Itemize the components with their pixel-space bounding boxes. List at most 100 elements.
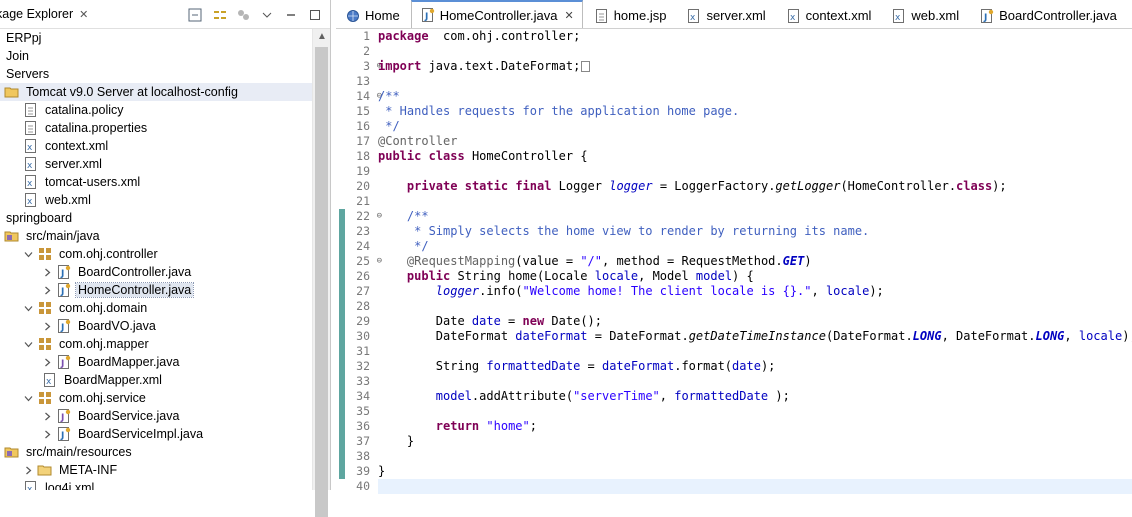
code-line[interactable]: /** [378,89,1132,104]
tree-item[interactable]: src/main/java [0,227,312,245]
code-line[interactable]: */ [378,239,1132,254]
code-line[interactable]: package com.ohj.controller; [378,29,1132,44]
tree-item[interactable]: J BoardService.java [0,407,312,425]
chevron-right-icon[interactable] [42,286,52,295]
code-line[interactable]: */ [378,119,1132,134]
code-line[interactable] [378,479,1132,494]
editor-tab[interactable]: x web.xml [882,2,968,28]
chevron-down-icon[interactable] [23,304,33,313]
focus-icon[interactable] [236,8,250,22]
chevron-down-icon[interactable] [23,250,33,259]
code-line[interactable]: import java.text.DateFormat; [378,59,1132,74]
code-line[interactable]: DateFormat dateFormat = DateFormat.getDa… [378,329,1132,344]
tree-item[interactable]: com.ohj.domain [0,299,312,317]
code-lines[interactable]: package com.ohj.controller; import java.t… [378,29,1132,494]
code-line[interactable]: return "home"; [378,419,1132,434]
tree-item[interactable]: Servers [0,65,312,83]
editor-tab[interactable]: Home [336,2,409,28]
code-line[interactable]: String formattedDate = dateFormat.format… [378,359,1132,374]
code-line[interactable]: private static final Logger logger = Log… [378,179,1132,194]
code-line[interactable] [378,299,1132,314]
code-line[interactable] [378,74,1132,89]
tree-item[interactable]: src/main/resources [0,443,312,461]
code-editor[interactable]: 1 2 3 ⊕ 13 14 ⊖ 15 16 17 18 19 20 21 22 ⊖ 23 24 25 ⊖ 26 27 28 2… [336,29,1132,494]
tree-item[interactable]: catalina.properties [0,119,312,137]
chevron-right-icon[interactable] [42,358,52,367]
package-explorer-tab[interactable]: kage Explorer ✕ [0,0,92,29]
tree-item[interactable]: x context.xml [0,137,312,155]
tree-item[interactable]: com.ohj.controller [0,245,312,263]
code-line[interactable] [378,449,1132,464]
code-line[interactable]: } [378,464,1132,479]
link-with-editor-icon[interactable] [212,8,226,22]
line-number: 32 [356,359,370,373]
chevron-right-icon[interactable] [42,322,52,331]
code-line[interactable] [378,44,1132,59]
minimize-icon[interactable] [284,8,298,22]
chevron-down-icon[interactable] [23,394,33,403]
code-line[interactable] [378,194,1132,209]
code-line[interactable]: @RequestMapping(value = "/", method = Re… [378,254,1132,269]
svg-text:J: J [60,359,64,369]
svg-text:x: x [46,377,52,387]
file-icon [594,8,610,24]
code-line[interactable]: model.addAttribute("serverTime", formatt… [378,389,1132,404]
line-number: 17 [356,134,370,148]
code-line[interactable]: public class HomeController { [378,149,1132,164]
tree-item[interactable]: springboard [0,209,312,227]
code-line[interactable]: Date date = new Date(); [378,314,1132,329]
close-icon[interactable]: ✕ [564,9,573,22]
code-line[interactable]: * Simply selects the home view to render… [378,224,1132,239]
chevron-right-icon[interactable] [42,430,52,439]
tree-item[interactable]: J HomeController.java [0,281,312,299]
tree-item[interactable]: x tomcat-users.xml [0,173,312,191]
editor-tab[interactable]: x context.xml [777,2,881,28]
code-line[interactable] [378,164,1132,179]
tree-item[interactable]: J BoardController.java [0,263,312,281]
chevron-right-icon[interactable] [42,412,52,421]
close-icon[interactable]: ✕ [79,8,88,21]
editor-tab[interactable]: J BoardController.java [970,2,1126,28]
scrollbar-thumb[interactable] [315,47,328,517]
folded-block-icon[interactable] [581,61,591,72]
tree-item-label: HomeController.java [74,282,195,298]
tree-item[interactable]: x server.xml [0,155,312,173]
tree-item-label: BoardServiceImpl.java [78,427,204,441]
tree-item[interactable]: com.ohj.service [0,389,312,407]
editor-tab[interactable]: home.jsp [585,2,676,28]
code-line[interactable] [378,374,1132,389]
tree-item[interactable]: META-INF [0,461,312,479]
code-line[interactable]: logger.info("Welcome home! The client lo… [378,284,1132,299]
tree-item[interactable]: J BoardVO.java [0,317,312,335]
code-line[interactable]: public String home(Locale locale, Model … [378,269,1132,284]
chevron-right-icon[interactable] [42,268,52,277]
code-line[interactable]: /** [378,209,1132,224]
code-line[interactable] [378,344,1132,359]
tree-item-label: context.xml [45,139,109,153]
tree-item[interactable]: x BoardMapper.xml [0,371,312,389]
tree-item[interactable]: catalina.policy [0,101,312,119]
editor-tab[interactable]: x server.xml [677,2,774,28]
tree-scrollbar[interactable]: ▲ [312,29,330,517]
collapse-all-icon[interactable] [188,8,202,22]
tree-item[interactable]: Join [0,47,312,65]
java-interface-icon: J [56,408,72,424]
tree-item[interactable]: Tomcat v9.0 Server at localhost-config [0,83,312,101]
tree-item[interactable]: ERPpj [0,29,312,47]
chevron-right-icon[interactable] [23,466,33,475]
tree-item[interactable]: com.ohj.mapper [0,335,312,353]
view-menu-icon[interactable] [260,8,274,22]
scroll-up-icon[interactable]: ▲ [317,31,327,42]
maximize-icon[interactable] [308,8,322,22]
tree-item[interactable]: x log4j.xml [0,479,312,490]
code-line[interactable] [378,404,1132,419]
tree-item[interactable]: J BoardMapper.java [0,353,312,371]
editor-tab[interactable]: J HomeController.java ✕ [410,0,583,28]
tree-item[interactable]: J BoardServiceImpl.java [0,425,312,443]
code-line[interactable]: } [378,434,1132,449]
code-line[interactable]: @Controller [378,134,1132,149]
package-icon [37,300,53,316]
code-line[interactable]: * Handles requests for the application h… [378,104,1132,119]
chevron-down-icon[interactable] [23,340,33,349]
tree-item[interactable]: x web.xml [0,191,312,209]
